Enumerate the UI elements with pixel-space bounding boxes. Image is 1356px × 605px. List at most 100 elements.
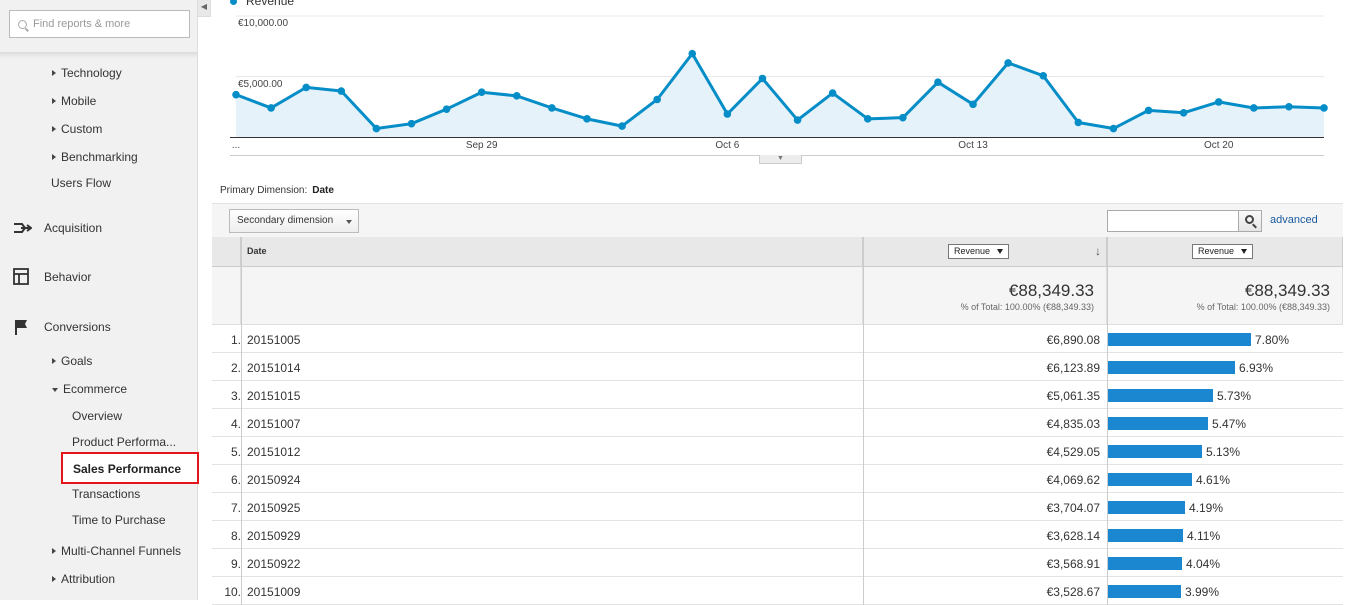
nav-benchmarking[interactable]: Benchmarking bbox=[52, 150, 138, 164]
row-share-bar bbox=[1107, 529, 1183, 542]
row-share-bar bbox=[1107, 585, 1181, 598]
advanced-filter-link[interactable]: advanced bbox=[1270, 214, 1318, 226]
row-date[interactable]: 20150924 bbox=[247, 473, 300, 487]
total-percent: % of Total: 100.00% (€88,349.33) bbox=[960, 302, 1094, 312]
search-icon bbox=[1245, 215, 1254, 224]
row-date[interactable]: 20150925 bbox=[247, 501, 300, 515]
nav-sales-performance[interactable]: Sales Performance bbox=[61, 452, 199, 484]
nav-technology[interactable]: Technology bbox=[52, 66, 122, 80]
table-row[interactable]: 7. 20150925 €3,704.07 4.19% bbox=[212, 493, 1343, 521]
nav-ecommerce[interactable]: Ecommerce bbox=[52, 382, 127, 396]
column-divider bbox=[1107, 237, 1108, 605]
expand-arrow-icon bbox=[52, 126, 56, 132]
nav-custom[interactable]: Custom bbox=[52, 122, 102, 136]
legend-swatch bbox=[230, 0, 237, 5]
data-point bbox=[232, 90, 240, 99]
row-date[interactable]: 20150922 bbox=[247, 557, 300, 571]
nav-overview[interactable]: Overview bbox=[72, 409, 122, 423]
search-placeholder: Find reports & more bbox=[33, 18, 131, 30]
nav-multi-channel-funnels[interactable]: Multi-Channel Funnels bbox=[52, 544, 181, 558]
data-point bbox=[1074, 118, 1083, 127]
revenue-share-column-header[interactable]: Revenue bbox=[1107, 237, 1343, 267]
row-revenue: €3,528.67 bbox=[1046, 585, 1100, 599]
nav-goals[interactable]: Goals bbox=[52, 354, 92, 368]
table-search-button[interactable] bbox=[1238, 210, 1262, 232]
chart-toggle-button[interactable]: ▼ bbox=[759, 155, 802, 164]
data-point bbox=[548, 104, 556, 112]
x-tick-label: Oct 13 bbox=[958, 140, 988, 151]
expand-arrow-icon bbox=[52, 576, 56, 582]
row-share-bar bbox=[1107, 501, 1185, 514]
row-share-percent: 4.61% bbox=[1196, 473, 1231, 487]
data-point bbox=[512, 92, 521, 100]
table-row[interactable]: 5. 20151012 €4,529.05 5.13% bbox=[212, 437, 1343, 465]
row-index: 1. bbox=[230, 333, 241, 347]
report-search-input[interactable]: Find reports & more bbox=[9, 10, 190, 38]
secondary-dimension-label: Secondary dimension bbox=[237, 215, 334, 226]
row-revenue: €3,628.14 bbox=[1046, 529, 1100, 543]
data-point bbox=[1109, 124, 1118, 133]
row-share-bar bbox=[1107, 473, 1192, 486]
table-row[interactable]: 8. 20150929 €3,628.14 4.11% bbox=[212, 521, 1343, 549]
row-share-bar bbox=[1107, 333, 1251, 346]
totals-share-cell: €88,349.33 % of Total: 100.00% (€88,349.… bbox=[1107, 267, 1343, 325]
table-row[interactable]: 2. 20151014 €6,123.89 6.93% bbox=[212, 353, 1343, 381]
secondary-dimension-dropdown[interactable]: Secondary dimension bbox=[229, 209, 359, 233]
row-share-bar bbox=[1107, 389, 1213, 402]
table-row[interactable]: 10. 20151009 €3,528.67 3.99% bbox=[212, 577, 1343, 605]
metric-label: Revenue bbox=[1198, 246, 1235, 256]
row-date[interactable]: 20150929 bbox=[247, 529, 300, 543]
x-tick-label: Oct 6 bbox=[715, 140, 740, 151]
sort-desc-icon[interactable]: ↓ bbox=[1095, 244, 1101, 258]
table-row[interactable]: 9. 20150922 €3,568.91 4.04% bbox=[212, 549, 1343, 577]
row-share-bar bbox=[1107, 417, 1208, 430]
row-share-percent: 5.47% bbox=[1212, 417, 1247, 431]
data-point bbox=[1004, 59, 1012, 67]
chevron-down-icon bbox=[346, 220, 352, 224]
metric-label: Revenue bbox=[954, 246, 991, 256]
x-tick-label: ... bbox=[231, 140, 241, 151]
row-index: 6. bbox=[230, 473, 241, 487]
row-date[interactable]: 20151015 bbox=[247, 389, 300, 403]
nav-label: Ecommerce bbox=[63, 382, 128, 396]
row-date[interactable]: 20151005 bbox=[247, 333, 300, 347]
row-index: 2. bbox=[230, 361, 241, 375]
nav-attribution[interactable]: Attribution bbox=[52, 572, 115, 586]
data-point bbox=[793, 116, 802, 124]
revenue-share-metric-selector[interactable]: Revenue bbox=[1192, 244, 1254, 259]
row-revenue: €6,123.89 bbox=[1046, 361, 1100, 375]
nav-mobile[interactable]: Mobile bbox=[52, 94, 96, 108]
data-point bbox=[407, 119, 416, 128]
nav-conversions[interactable]: Conversions bbox=[44, 320, 111, 334]
primary-dimension-value[interactable]: Date bbox=[312, 185, 334, 196]
nav-users-flow[interactable]: Users Flow bbox=[51, 176, 111, 190]
table-row[interactable]: 3. 20151015 €5,061.35 5.73% bbox=[212, 381, 1343, 409]
table-row[interactable]: 6. 20150924 €4,069.62 4.61% bbox=[212, 465, 1343, 493]
nav-time-to-purchase[interactable]: Time to Purchase bbox=[72, 513, 166, 527]
nav-acquisition[interactable]: Acquisition bbox=[44, 221, 102, 235]
nav-transactions[interactable]: Transactions bbox=[72, 487, 140, 501]
row-share-percent: 4.04% bbox=[1186, 557, 1221, 571]
row-date[interactable]: 20151014 bbox=[247, 361, 300, 375]
table-search-input[interactable] bbox=[1107, 210, 1239, 232]
data-point bbox=[1144, 106, 1153, 115]
data-point bbox=[477, 88, 486, 97]
nav-behavior[interactable]: Behavior bbox=[44, 270, 91, 284]
revenue-metric-selector[interactable]: Revenue bbox=[948, 244, 1010, 259]
table-row[interactable]: 1. 20151005 €6,890.08 7.80% bbox=[212, 325, 1343, 353]
row-date[interactable]: 20151012 bbox=[247, 445, 300, 459]
acquisition-icon bbox=[14, 223, 32, 233]
date-column-header[interactable]: Date bbox=[241, 237, 863, 267]
nav-product-performance[interactable]: Product Performa... bbox=[72, 435, 176, 449]
revenue-chart: Revenue €10,000.00 €5,000.00 ... Sep 29 Oc… bbox=[212, 0, 1343, 165]
row-date[interactable]: 20151009 bbox=[247, 585, 300, 599]
data-point bbox=[828, 89, 837, 97]
row-revenue: €3,568.91 bbox=[1046, 557, 1100, 571]
sidebar-collapse-button[interactable]: ◀ bbox=[198, 0, 211, 17]
table-row[interactable]: 4. 20151007 €4,835.03 5.47% bbox=[212, 409, 1343, 437]
revenue-column-header[interactable]: Revenue ↓ bbox=[863, 237, 1107, 267]
data-point bbox=[372, 124, 381, 133]
y-tick-label: €10,000.00 bbox=[238, 18, 289, 29]
x-tick-label: Sep 29 bbox=[465, 140, 498, 151]
row-date[interactable]: 20151007 bbox=[247, 417, 300, 431]
